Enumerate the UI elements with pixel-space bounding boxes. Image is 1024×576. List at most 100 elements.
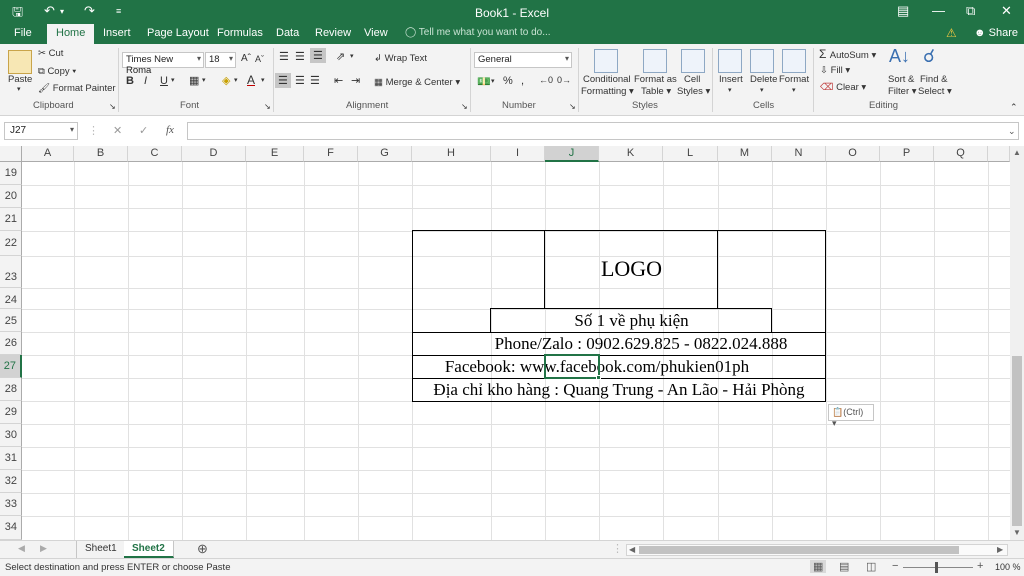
column-header[interactable]: M	[718, 146, 772, 162]
facebook-cell[interactable]: Facebook: www.facebook.com/phukien01ph	[412, 357, 826, 377]
wrap-text-button[interactable]: ↲ Wrap Text	[374, 53, 427, 64]
row-header[interactable]: 32	[0, 470, 22, 493]
row-header-selected[interactable]: 27	[0, 355, 22, 378]
conditional-formatting-button[interactable]: Conditional	[583, 74, 631, 85]
grow-font-icon[interactable]: Aˆ	[241, 53, 251, 64]
prev-sheet-icon[interactable]: ◀	[18, 543, 25, 554]
warning-icon[interactable]: ⚠	[946, 26, 957, 40]
zoom-out-icon[interactable]: −	[892, 560, 898, 572]
align-center-icon[interactable]: ☰	[295, 74, 305, 87]
clipboard-launcher-icon[interactable]: ↘	[109, 102, 116, 111]
cell-styles-label2[interactable]: Styles ▾	[677, 86, 710, 97]
column-header[interactable]: K	[599, 146, 663, 162]
fill-button[interactable]: ⇩ Fill ▾	[820, 65, 850, 76]
name-box[interactable]: J27 ▾	[4, 122, 78, 140]
cut-button[interactable]: ✂ Cut	[38, 48, 63, 59]
insert-function-button[interactable]: fx	[166, 124, 174, 136]
row-header[interactable]: 20	[0, 185, 22, 208]
number-launcher-icon[interactable]: ↘	[569, 102, 576, 111]
copy-button[interactable]: ⧉ Copy ▾	[38, 66, 76, 77]
sort-filter-label2[interactable]: Filter ▾	[888, 86, 917, 97]
zoom-slider-thumb[interactable]	[935, 562, 938, 573]
row-header[interactable]: 24	[0, 288, 22, 309]
accounting-format-icon[interactable]: 💵	[477, 75, 491, 88]
align-left-icon[interactable]: ☰	[275, 73, 291, 88]
scroll-right-icon[interactable]: ▶	[997, 545, 1003, 554]
scroll-up-icon[interactable]: ▲	[1013, 148, 1021, 157]
align-top-icon[interactable]: ☰	[279, 50, 289, 63]
zoom-in-icon[interactable]: +	[977, 560, 983, 572]
format-as-table-label2[interactable]: Table ▾	[641, 86, 671, 97]
conditional-formatting-icon[interactable]	[594, 49, 618, 73]
row-header[interactable]: 19	[0, 162, 22, 185]
scroll-left-icon[interactable]: ◀	[629, 545, 635, 554]
column-header[interactable]: N	[772, 146, 826, 162]
page-layout-view-icon[interactable]: ▤	[839, 560, 849, 573]
decrease-decimal-icon[interactable]: 0→	[557, 75, 571, 85]
row-header[interactable]: 34	[0, 516, 22, 540]
address-cell[interactable]: Địa chỉ kho hàng : Quang Trung - An Lão …	[412, 380, 826, 400]
normal-view-icon[interactable]: ▦	[810, 560, 827, 573]
column-header[interactable]: B	[74, 146, 128, 162]
tab-formulas[interactable]: Formulas	[217, 27, 263, 39]
column-header[interactable]: P	[880, 146, 934, 162]
slogan-cell[interactable]: Số 1 về phụ kiện	[491, 311, 772, 331]
insert-cells-icon[interactable]	[718, 49, 742, 73]
delete-dropdown-icon[interactable]: ▾	[760, 86, 764, 94]
page-break-preview-icon[interactable]: ◫	[866, 560, 876, 573]
tab-insert[interactable]: Insert	[103, 27, 131, 39]
font-launcher-icon[interactable]: ↘	[264, 102, 271, 111]
find-select-icon[interactable]: ☌	[923, 46, 935, 67]
column-header[interactable]: H	[412, 146, 491, 162]
row-header[interactable]: 33	[0, 493, 22, 516]
paste-options-button[interactable]: 📋(Ctrl) ▾	[828, 404, 874, 428]
fill-color-icon[interactable]: ◈	[222, 74, 230, 87]
align-bottom-icon[interactable]: ☰	[310, 48, 326, 63]
column-header[interactable]: F	[304, 146, 358, 162]
column-header[interactable]: I	[491, 146, 545, 162]
collapse-ribbon-icon[interactable]: ⌃	[1010, 102, 1018, 113]
horizontal-scroll-thumb[interactable]	[639, 546, 959, 554]
close-icon[interactable]: ✕	[1001, 3, 1012, 19]
decrease-indent-icon[interactable]: ⇤	[334, 74, 343, 87]
share-button[interactable]: ☻ Share	[974, 27, 1018, 39]
expand-formula-bar-icon[interactable]: ⌄	[1008, 126, 1016, 137]
cancel-icon[interactable]: ✕	[113, 124, 122, 137]
row-header[interactable]: 23	[0, 256, 22, 288]
logo-cell[interactable]: LOGO	[545, 256, 718, 282]
underline-dropdown-icon[interactable]: ▾	[171, 76, 175, 84]
tab-view[interactable]: View	[364, 27, 388, 39]
sheet-tab-sheet1[interactable]: Sheet1	[76, 541, 126, 558]
zoom-level[interactable]: 100 %	[995, 562, 1021, 572]
format-dropdown-icon[interactable]: ▾	[792, 86, 796, 94]
paste-icon[interactable]	[8, 50, 32, 74]
column-header[interactable]: E	[246, 146, 304, 162]
italic-button[interactable]: I	[144, 75, 147, 87]
column-header[interactable]: O	[826, 146, 880, 162]
percent-style-icon[interactable]: %	[503, 75, 513, 87]
ribbon-display-icon[interactable]: ▤	[897, 3, 909, 19]
cell-styles-icon[interactable]	[681, 49, 705, 73]
cell-styles-button[interactable]: Cell	[684, 74, 700, 85]
row-header[interactable]: 28	[0, 378, 22, 401]
sort-filter-icon[interactable]: A↓	[889, 46, 910, 67]
shrink-font-icon[interactable]: Aˇ	[255, 54, 264, 64]
sort-filter-button[interactable]: Sort &	[888, 74, 914, 85]
fill-color-dropdown-icon[interactable]: ▾	[234, 76, 238, 84]
orientation-dropdown-icon[interactable]: ▾	[350, 52, 354, 60]
column-header[interactable]: D	[182, 146, 246, 162]
autosum-button[interactable]: Σ AutoSum ▾	[819, 47, 876, 61]
accounting-dropdown-icon[interactable]: ▾	[491, 77, 495, 85]
row-header[interactable]: 26	[0, 332, 22, 355]
find-select-button[interactable]: Find &	[920, 74, 947, 85]
clear-button[interactable]: ⌫ Clear ▾	[820, 82, 866, 93]
zoom-slider[interactable]	[903, 567, 973, 568]
tab-home[interactable]: Home	[47, 24, 95, 44]
tab-page-layout[interactable]: Page Layout	[147, 27, 209, 39]
insert-cells-button[interactable]: Insert	[719, 74, 743, 85]
alignment-launcher-icon[interactable]: ↘	[461, 102, 468, 111]
font-color-dropdown-icon[interactable]: ▾	[261, 76, 265, 84]
row-header[interactable]: 22	[0, 231, 22, 256]
column-header-selected[interactable]: J	[545, 146, 599, 162]
column-header[interactable]: Q	[934, 146, 988, 162]
